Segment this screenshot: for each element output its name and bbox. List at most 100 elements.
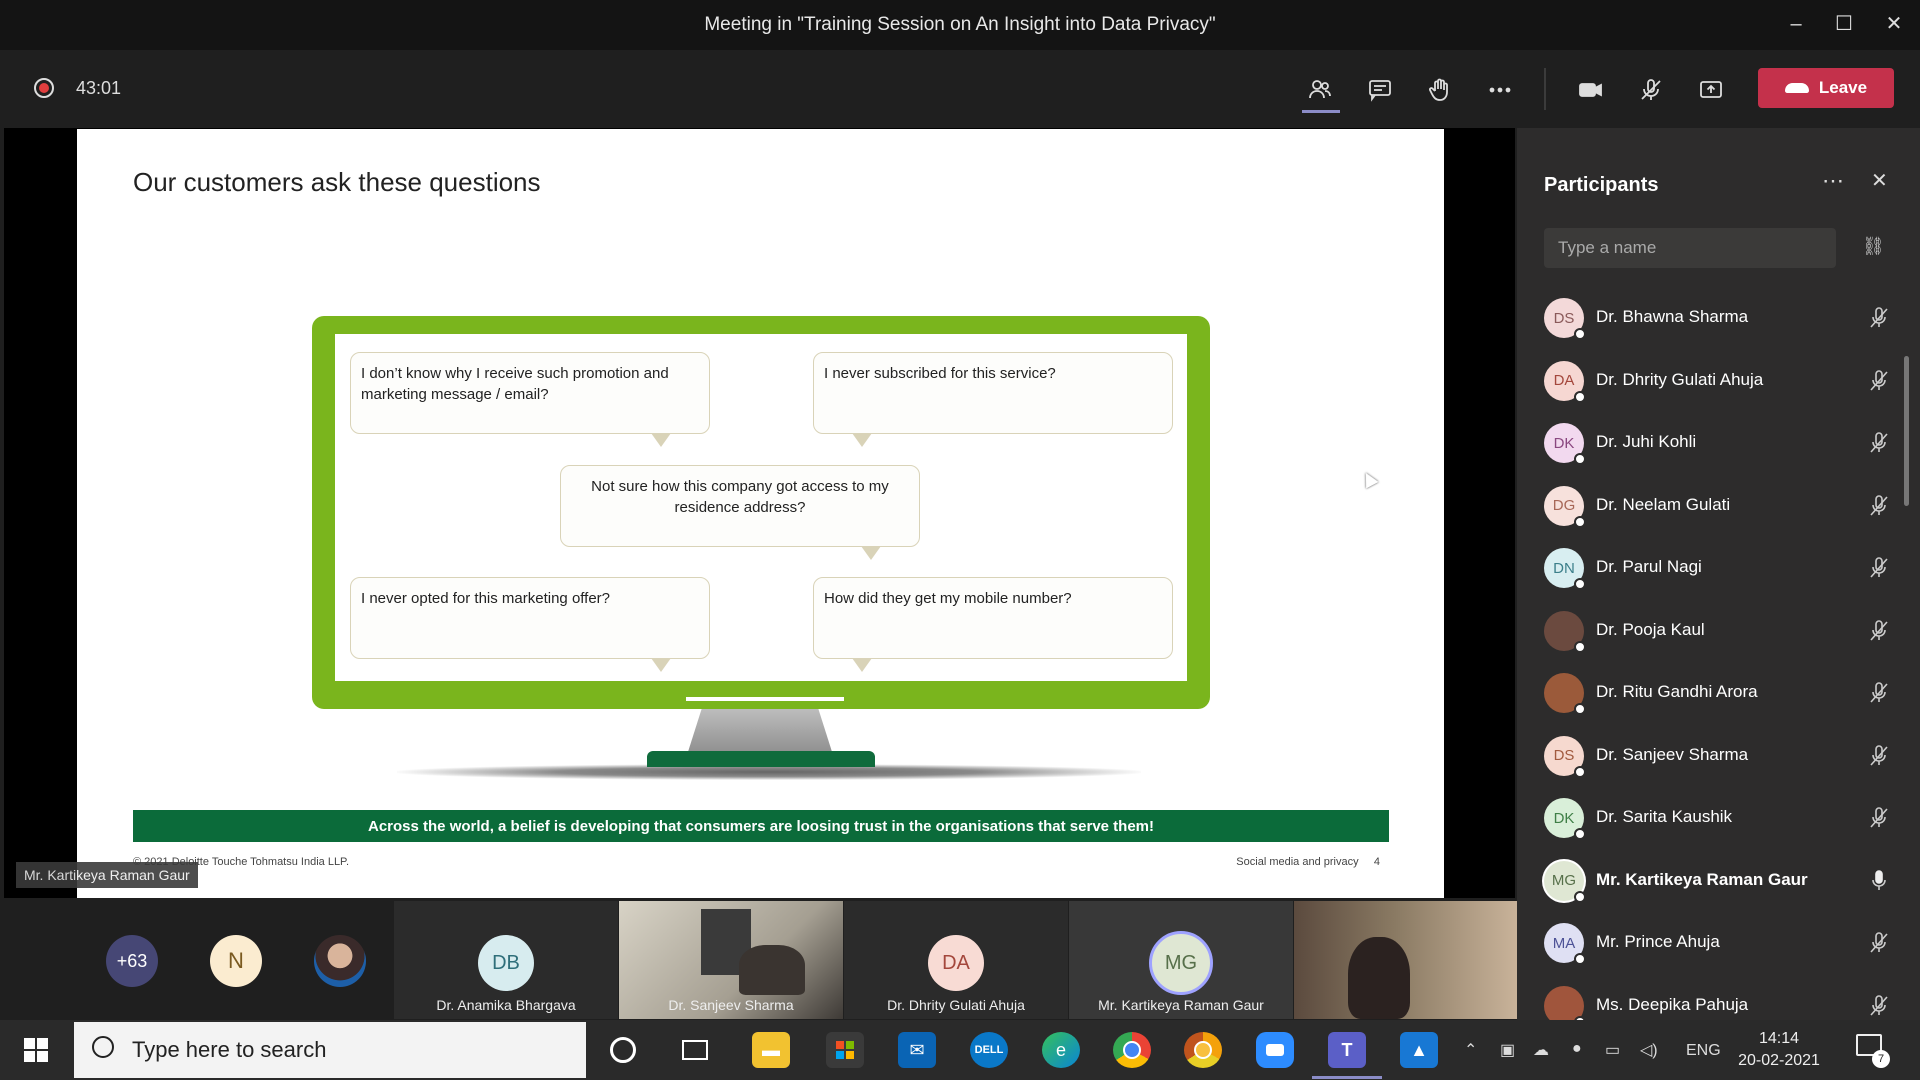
mic-off-icon[interactable] xyxy=(1868,619,1890,643)
more-actions-button[interactable] xyxy=(1480,72,1520,108)
mic-off-icon[interactable] xyxy=(1868,806,1890,830)
window-title: Meeting in "Training Session on An Insig… xyxy=(704,14,1216,35)
mail-button[interactable]: ✉ xyxy=(898,1032,936,1068)
more-participants-button[interactable]: +63 xyxy=(106,935,158,987)
mail-icon: ✉ xyxy=(909,1039,925,1060)
participant-initials: DS xyxy=(1553,309,1575,327)
zoom-button[interactable] xyxy=(1256,1032,1294,1068)
participant-name: Dr. Neelam Gulati xyxy=(1596,494,1731,514)
panel-more-icon[interactable]: ⋯ xyxy=(1822,168,1844,194)
slide-title: Our customers ask these questions xyxy=(133,167,541,197)
windows-icon xyxy=(24,1038,48,1062)
chrome-canary-button[interactable] xyxy=(1184,1032,1222,1068)
presence-status-icon xyxy=(1574,578,1586,590)
presenter-name-tag: Mr. Kartikeya Raman Gaur xyxy=(16,862,198,888)
leave-button[interactable]: Leave xyxy=(1758,68,1894,108)
question-bubble: I never subscribed for this service? xyxy=(813,352,1173,447)
action-center-button[interactable]: 7 xyxy=(1856,1034,1890,1068)
video-tile[interactable]: DB Dr. Anamika Bhargava xyxy=(394,901,618,1019)
mic-off-icon[interactable] xyxy=(1868,744,1890,768)
mic-off-icon[interactable] xyxy=(1868,306,1890,330)
camera-icon xyxy=(1579,83,1602,97)
tile-name: Mr. Kartikeya Raman Gaur xyxy=(1098,997,1264,1013)
cortana-button[interactable] xyxy=(604,1032,642,1068)
chat-button[interactable] xyxy=(1360,72,1400,108)
mic-off-icon[interactable] xyxy=(1868,494,1890,518)
photos-button[interactable]: ▲ xyxy=(1400,1032,1438,1068)
file-explorer-button[interactable]: ▬ xyxy=(752,1032,790,1068)
task-view-icon xyxy=(682,1040,708,1060)
participant-avatar: DK xyxy=(1544,798,1586,840)
panel-scrollbar[interactable] xyxy=(1904,356,1909,506)
teams-button[interactable]: T xyxy=(1328,1032,1366,1068)
presence-status-icon xyxy=(1574,515,1586,528)
mic-off-icon xyxy=(1641,79,1661,100)
share-screen-button[interactable] xyxy=(1691,72,1731,108)
network-icon[interactable]: ▭ xyxy=(1605,1040,1620,1060)
video-tile[interactable]: Dr. Sanjeev Sharma xyxy=(619,901,843,1019)
mic-off-icon[interactable] xyxy=(1868,681,1890,705)
participant-row[interactable]: Dr. Pooja Kaul xyxy=(1544,605,1894,655)
mic-off-icon[interactable] xyxy=(1868,931,1890,955)
mic-off-icon[interactable] xyxy=(1868,431,1890,455)
participant-row[interactable]: DK Dr. Juhi Kohli xyxy=(1544,417,1894,467)
participant-row[interactable]: DK Dr. Sarita Kaushik xyxy=(1544,792,1894,842)
microphone-tray-icon[interactable]: ● xyxy=(1572,1040,1582,1058)
mic-off-icon[interactable] xyxy=(1868,994,1890,1018)
more-icon xyxy=(1489,87,1511,93)
chrome-button[interactable] xyxy=(1113,1032,1151,1068)
close-window-button[interactable]: ✕ xyxy=(1874,8,1914,40)
participant-row[interactable]: Dr. Ritu Gandhi Arora xyxy=(1544,667,1894,717)
panel-close-icon[interactable]: ✕ xyxy=(1871,168,1888,193)
camera-button[interactable] xyxy=(1571,72,1611,108)
chrome-canary-icon xyxy=(1194,1041,1212,1059)
participant-row[interactable]: MG Mr. Kartikeya Raman Gaur xyxy=(1544,855,1894,905)
tray-chevron-icon[interactable]: ⌃ xyxy=(1464,1040,1477,1060)
onedrive-icon[interactable]: ☁ xyxy=(1533,1040,1549,1060)
video-tile[interactable] xyxy=(1294,901,1518,1019)
participant-row[interactable]: DS Dr. Sanjeev Sharma xyxy=(1544,730,1894,780)
clock-date: 20-02-2021 xyxy=(1738,1052,1820,1069)
store-button[interactable] xyxy=(826,1032,864,1068)
participant-search-input[interactable]: Type a name xyxy=(1544,228,1836,268)
maximize-button[interactable]: ☐ xyxy=(1824,8,1864,40)
task-view-button[interactable] xyxy=(676,1032,714,1068)
minimize-button[interactable]: – xyxy=(1776,8,1816,40)
language-indicator[interactable]: ENG xyxy=(1686,1042,1721,1060)
windows-start-button[interactable] xyxy=(24,1038,48,1062)
question-bubble: I never opted for this marketing offer? xyxy=(350,577,710,672)
tray-device-icon[interactable]: ▣ xyxy=(1500,1040,1515,1060)
participant-initials: MG xyxy=(1551,872,1577,889)
presence-status-icon xyxy=(1574,390,1586,403)
volume-icon[interactable]: ◁) xyxy=(1640,1040,1658,1060)
tile-name: Dr. Sanjeev Sharma xyxy=(668,997,794,1013)
share-invite-link-icon[interactable]: ⛓ xyxy=(1862,236,1885,257)
raise-hand-button[interactable] xyxy=(1420,72,1460,108)
video-tile[interactable]: DA Dr. Dhrity Gulati Ahuja xyxy=(844,901,1068,1019)
participant-photo-avatar[interactable] xyxy=(314,935,366,987)
participant-row[interactable]: DN Dr. Parul Nagi xyxy=(1544,542,1894,592)
video-tile-active-speaker[interactable]: MG Mr. Kartikeya Raman Gaur xyxy=(1069,901,1293,1019)
participant-avatar[interactable]: N xyxy=(210,935,262,987)
participant-name: Dr. Sarita Kaushik xyxy=(1596,807,1733,826)
slide-footer-text: Social media and privacy xyxy=(1236,856,1359,868)
participant-initials: DA xyxy=(1553,372,1575,389)
mute-button[interactable] xyxy=(1631,72,1671,108)
tile-avatar: DA xyxy=(928,935,984,991)
participant-row[interactable]: MA Mr. Prince Ahuja xyxy=(1544,917,1894,967)
dell-button[interactable]: DELL xyxy=(970,1032,1008,1068)
taskbar-search-input[interactable]: Type here to search xyxy=(74,1022,586,1078)
participant-row[interactable]: DA Dr. Dhrity Gulati Ahuja xyxy=(1544,355,1894,405)
participant-row[interactable]: DG Dr. Neelam Gulati xyxy=(1544,480,1894,530)
mic-off-icon[interactable] xyxy=(1868,369,1890,393)
participant-row[interactable]: DS Dr. Bhawna Sharma xyxy=(1544,292,1894,342)
participants-button[interactable] xyxy=(1300,72,1340,108)
clock-time: 14:14 xyxy=(1758,1030,1800,1047)
mic-off-icon[interactable] xyxy=(1868,556,1890,580)
notification-count: 7 xyxy=(1872,1050,1890,1068)
person-in-video xyxy=(739,945,805,995)
toolbar-divider xyxy=(1544,68,1546,110)
mic-on-icon[interactable] xyxy=(1868,869,1890,893)
clock[interactable]: 14:14 20-02-2021 xyxy=(1734,1028,1824,1072)
edge-button[interactable]: e xyxy=(1042,1032,1080,1068)
